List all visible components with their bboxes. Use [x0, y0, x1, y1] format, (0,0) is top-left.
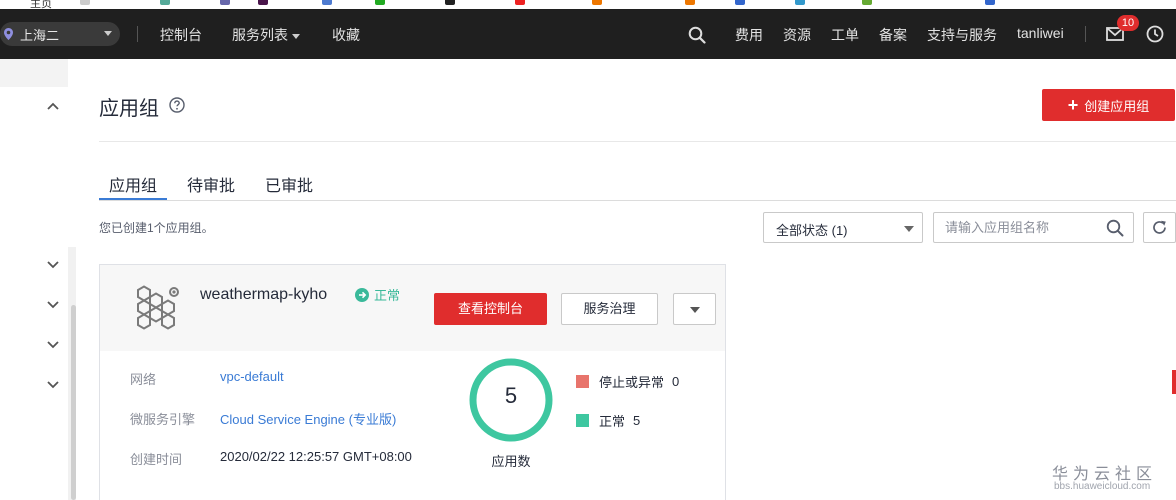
chevron-down-icon [690, 307, 700, 313]
left-sidebar [0, 59, 68, 500]
legend-swatch [576, 414, 589, 427]
clock-icon[interactable] [1146, 25, 1164, 43]
engine-link[interactable]: Cloud Service Engine (专业版) [220, 409, 396, 428]
refresh-icon [1153, 220, 1166, 234]
nav-console[interactable]: 控制台 [160, 25, 202, 45]
nav-service-list-label: 服务列表 [232, 27, 288, 43]
search-box [933, 212, 1134, 243]
top-navigation-bar: 上海二 控制台 服务列表 收藏 费用 资源 工单 备案 支持与服务 tanliw… [0, 9, 1176, 59]
legend-label: 停止或异常 [599, 375, 665, 390]
bookmark-item[interactable] [322, 0, 332, 5]
tabs-divider [99, 200, 1176, 201]
bookmark-item[interactable] [80, 0, 90, 5]
status-indicator: 正常 [355, 285, 400, 304]
bookmark-item[interactable] [515, 0, 525, 5]
nav-resources[interactable]: 资源 [783, 25, 811, 45]
nav-username[interactable]: tanliwei [1017, 25, 1064, 41]
status-filter-value: 全部状态 (1) [776, 223, 848, 238]
network-link[interactable]: vpc-default [220, 369, 284, 384]
legend-item-normal: 正常 5 [576, 411, 640, 430]
legend-label: 正常 [599, 414, 626, 429]
app-count-value: 5 [504, 383, 518, 408]
watermark-url: bbs.huaweicloud.com [1054, 481, 1151, 492]
location-pin-icon [4, 28, 13, 40]
network-label: 网络 [130, 372, 157, 387]
bookmark-item[interactable] [795, 0, 805, 5]
legend-count: 0 [672, 374, 680, 389]
region-label: 上海二 [20, 27, 60, 43]
app-count-label: 应用数 [491, 454, 531, 469]
legend-item-abnormal: 停止或异常 0 [576, 372, 679, 391]
help-icon[interactable] [169, 97, 185, 113]
legend-swatch [576, 375, 589, 388]
bookmark-item[interactable] [685, 0, 695, 5]
more-actions-button[interactable] [673, 293, 716, 325]
create-app-group-label: 创建应用组 [1084, 98, 1150, 114]
create-app-group-button[interactable]: + 创建应用组 [1042, 89, 1175, 121]
nav-favorites[interactable]: 收藏 [332, 25, 360, 45]
bookmark-item[interactable] [862, 0, 872, 5]
page-title: 应用组 [99, 98, 159, 120]
header-divider [99, 141, 1176, 142]
status-label: 正常 [374, 288, 401, 303]
arrow-right-circle-icon [355, 287, 369, 302]
bookmark-item[interactable] [160, 0, 170, 5]
app-group-card: weathermap-kyho 正常 查看控制台 服务治理 网络 vpc-def… [99, 264, 726, 500]
tab-pending-approval[interactable]: 待审批 [187, 172, 235, 196]
legend-count: 5 [633, 413, 641, 428]
nav-support[interactable]: 支持与服务 [927, 25, 997, 45]
sidebar-header [0, 59, 68, 87]
sidebar-scrollbar[interactable] [71, 305, 76, 500]
tab-app-group[interactable]: 应用组 [109, 172, 157, 196]
chevron-down-icon[interactable] [47, 341, 59, 349]
chevron-down-icon[interactable] [47, 261, 59, 269]
bookmark-item[interactable] [445, 0, 455, 5]
nav-service-list[interactable]: 服务列表 [232, 25, 300, 45]
bookmark-item[interactable] [220, 0, 230, 5]
refresh-button[interactable] [1143, 212, 1176, 243]
created-time-label: 创建时间 [130, 452, 183, 467]
notification-badge: 10 [1117, 15, 1139, 31]
search-input[interactable] [934, 213, 1094, 242]
app-group-name[interactable]: weathermap-kyho [200, 286, 327, 304]
chevron-down-icon[interactable] [47, 301, 59, 309]
bookmark-item[interactable] [592, 0, 602, 5]
bookmarks-bar: 主页 [0, 0, 1176, 9]
chevron-up-icon[interactable] [47, 102, 59, 110]
nav-billing[interactable]: 费用 [735, 25, 763, 45]
nav-tickets[interactable]: 工单 [831, 25, 859, 45]
bookmark-item[interactable] [375, 0, 385, 5]
plus-icon: + [1067, 95, 1079, 115]
chevron-down-icon[interactable] [47, 381, 59, 389]
chevron-down-icon [292, 33, 300, 39]
side-float-tab[interactable] [1172, 370, 1176, 394]
search-icon[interactable] [1106, 219, 1124, 237]
bookmark-item[interactable] [985, 0, 995, 5]
bookmark-item[interactable] [258, 0, 268, 5]
search-icon[interactable] [688, 26, 706, 44]
nav-filing[interactable]: 备案 [879, 25, 907, 45]
nav-divider [1085, 26, 1086, 42]
region-selector[interactable]: 上海二 [0, 22, 120, 46]
summary-text: 您已创建1个应用组。 [99, 221, 214, 235]
app-group-logo-icon [137, 285, 179, 330]
engine-label: 微服务引擎 [130, 412, 196, 427]
status-filter-select[interactable]: 全部状态 (1) [763, 212, 923, 243]
created-time-value: 2020/02/22 12:25:57 GMT+08:00 [220, 449, 412, 464]
chevron-down-icon [904, 226, 914, 232]
bookmark-item[interactable]: 主页 [30, 0, 52, 9]
bookmark-item[interactable] [735, 0, 745, 5]
view-console-button[interactable]: 查看控制台 [434, 293, 547, 325]
nav-divider [137, 26, 138, 42]
service-governance-button[interactable]: 服务治理 [561, 293, 658, 325]
tab-approved[interactable]: 已审批 [265, 172, 313, 196]
chevron-down-icon [104, 31, 112, 36]
